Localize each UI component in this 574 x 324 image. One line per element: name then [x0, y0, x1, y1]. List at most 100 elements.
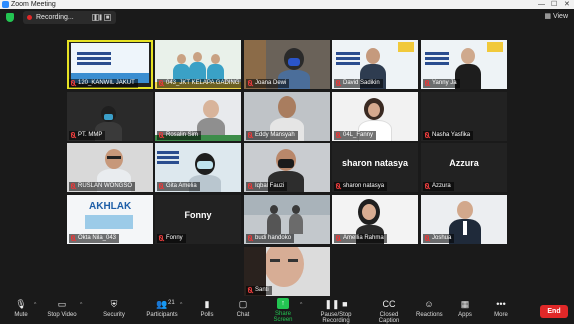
participant-name: sharon natasya: [334, 182, 388, 191]
polls-icon: ▮: [204, 299, 210, 309]
mic-muted-icon: [71, 80, 75, 86]
microphone-icon: 🎙: [15, 299, 27, 309]
mic-muted-icon: [159, 132, 163, 138]
video-tile[interactable]: Fonny Fonny: [155, 195, 241, 244]
video-tile[interactable]: budi handoko: [244, 195, 330, 244]
participant-name: Azzura: [423, 182, 454, 191]
video-tile[interactable]: Nasha Yasfika: [421, 92, 507, 141]
participants-count: 21: [168, 300, 175, 306]
video-tile[interactable]: 043_JKT KELAPA GADING: [155, 40, 241, 89]
video-tile[interactable]: 04L_Fanny: [332, 92, 418, 141]
video-tile[interactable]: sharon natasya sharon natasya: [332, 143, 418, 192]
video-tile[interactable]: Rosalin Sim: [155, 92, 241, 141]
more-button[interactable]: ••• More: [492, 298, 510, 318]
more-dots-icon: •••: [496, 299, 506, 309]
participant-name: budi handoko: [246, 234, 295, 243]
share-screen-icon: ↑: [277, 298, 289, 309]
participant-name: David Sadikin: [334, 79, 383, 88]
person-image: [105, 149, 123, 169]
pause-stop-recording-button[interactable]: ❚❚ ■ Pause/Stop Recording: [308, 298, 364, 324]
participant-name: Joshua: [423, 234, 455, 243]
video-tile[interactable]: 120_KANWIL JAKUT: [67, 40, 153, 89]
participant-name: Eddy Mansyah: [246, 131, 298, 140]
mic-muted-icon: [425, 80, 429, 86]
video-tile[interactable]: Gita Amelia: [155, 143, 241, 192]
person-image: [270, 205, 278, 214]
mic-muted-icon: [71, 235, 75, 241]
video-tile[interactable]: Amellia Rahma: [332, 195, 418, 244]
mic-muted-icon: [336, 132, 340, 138]
video-tile[interactable]: Santi: [244, 247, 330, 296]
participant-display-name: Fonny: [184, 210, 212, 220]
window-titlebar: Zoom Meeting — ☐ ✕: [0, 0, 574, 9]
video-tile[interactable]: Azzura Azzura: [421, 143, 507, 192]
polls-button[interactable]: ▮ Polls: [196, 298, 218, 318]
mic-muted-icon: [159, 235, 163, 241]
share-options-caret[interactable]: ^: [300, 302, 302, 308]
end-meeting-button[interactable]: End: [540, 305, 568, 318]
chat-bubble-icon: ▢: [238, 299, 248, 309]
pause-stop-icon: ❚❚ ■: [324, 299, 348, 309]
participant-name: RUSLAN WONGSO: [69, 182, 136, 191]
presentation-slide: [71, 43, 149, 83]
maximize-button[interactable]: ☐: [551, 0, 557, 9]
participant-name: Amellia Rahma: [334, 234, 387, 243]
security-button[interactable]: ⛨ Security: [101, 298, 127, 318]
close-button[interactable]: ✕: [564, 0, 570, 9]
chat-button[interactable]: ▢ Chat: [232, 298, 254, 318]
akhlak-logo: AKHLAK: [89, 201, 132, 212]
video-tile[interactable]: David Sadikin: [332, 40, 418, 89]
mute-button[interactable]: 🎙 Mute: [10, 298, 32, 318]
mic-muted-icon: [425, 132, 429, 138]
recording-label: Recording...: [36, 14, 74, 21]
video-tile[interactable]: Joshua: [421, 195, 507, 244]
video-tile[interactable]: RUSLAN WONGSO: [67, 143, 153, 192]
participant-name: Gita Amelia: [157, 182, 200, 191]
video-tile[interactable]: Iqbal Fauzi: [244, 143, 330, 192]
participant-name: Nasha Yasfika: [423, 131, 474, 140]
minimize-button[interactable]: —: [538, 0, 545, 9]
mic-muted-icon: [159, 80, 163, 86]
participant-name: 04L_Fanny: [334, 131, 377, 140]
participants-options-caret[interactable]: ^: [180, 302, 182, 308]
person-image: [461, 48, 475, 64]
apps-icon: ▦: [460, 299, 470, 309]
video-tile[interactable]: Eddy Mansyah: [244, 92, 330, 141]
mic-muted-icon: [248, 183, 252, 189]
view-button[interactable]: ▦ View: [544, 12, 568, 20]
window-title: Zoom Meeting: [11, 1, 56, 8]
person-image: [278, 96, 296, 118]
share-screen-button[interactable]: ↑ Share Screen: [266, 298, 300, 323]
participant-name: Fonny: [157, 234, 186, 243]
zoom-logo-icon: [2, 1, 9, 8]
participant-name: Iqbal Fauzi: [246, 182, 288, 191]
video-tile[interactable]: PT. MMP: [67, 92, 153, 141]
closed-caption-button[interactable]: CC Closed Caption: [370, 298, 408, 324]
mic-muted-icon: [248, 80, 252, 86]
video-tile[interactable]: Yanny Ja: [421, 40, 507, 89]
closed-caption-icon: CC: [382, 299, 396, 309]
person-image: [366, 48, 380, 64]
participant-name: PT. MMP: [69, 131, 106, 140]
person-image: [264, 247, 304, 287]
mic-muted-icon: [159, 183, 163, 189]
video-camera-icon: ▭: [57, 299, 67, 309]
recording-dot-icon: [27, 15, 32, 20]
reactions-button[interactable]: ☺ Reactions: [416, 298, 443, 318]
participant-name: Yanny Ja: [423, 79, 460, 88]
mic-muted-icon: [425, 235, 429, 241]
encryption-shield-icon[interactable]: [6, 13, 14, 22]
mic-muted-icon: [71, 183, 75, 189]
participant-name: Joana Dewi: [246, 79, 290, 88]
video-options-caret[interactable]: ^: [80, 302, 82, 308]
mic-muted-icon: [336, 183, 340, 189]
pause-recording-icon[interactable]: ❚❚: [92, 14, 103, 21]
apps-button[interactable]: ▦ Apps: [456, 298, 474, 318]
mic-muted-icon: [248, 287, 252, 293]
video-tile[interactable]: AKHLAK Okta Nila_043: [67, 195, 153, 244]
shield-icon: ⛨: [110, 299, 118, 309]
video-tile[interactable]: Joana Dewi: [244, 40, 330, 89]
audio-options-caret[interactable]: ^: [34, 302, 36, 308]
stop-recording-icon[interactable]: ■: [104, 14, 111, 21]
stop-video-button[interactable]: ▭ Stop Video: [46, 298, 78, 318]
